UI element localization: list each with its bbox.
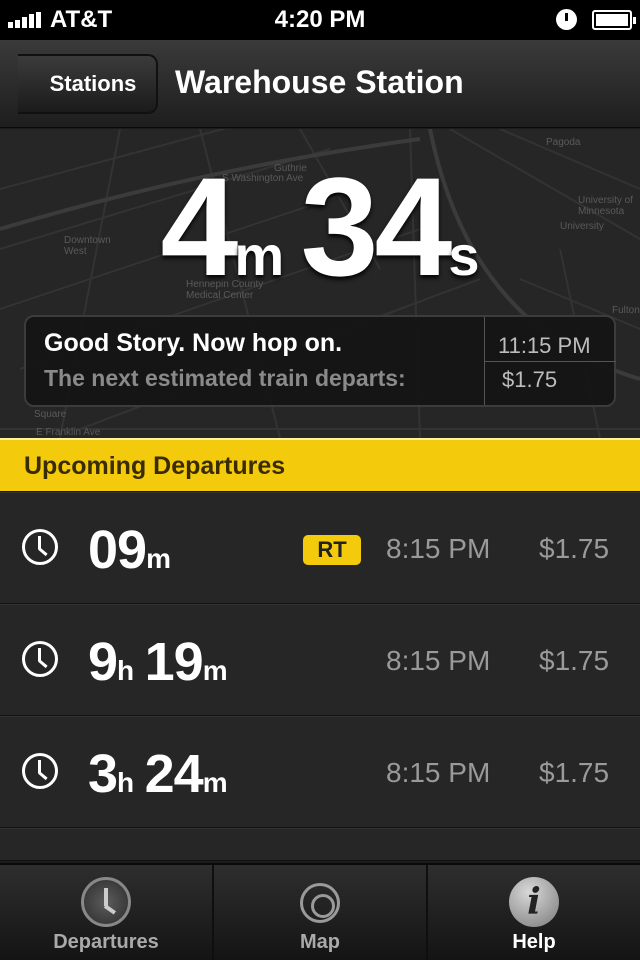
tab-bar: Departures Map i Help xyxy=(0,863,640,960)
duration-value: 09 xyxy=(88,520,147,580)
tab-label: Map xyxy=(300,931,340,953)
next-train-info-card: Good Story. Now hop on. The next estimat… xyxy=(24,315,616,407)
tab-map[interactable]: Map xyxy=(214,865,428,960)
departure-row[interactable]: 3h 24m 8:15 PM $1.75 xyxy=(0,716,640,828)
clock-icon xyxy=(22,529,58,565)
info-divider xyxy=(484,361,616,362)
status-bar: AT&T 4:20 PM xyxy=(0,0,640,40)
page-title: Warehouse Station xyxy=(175,64,464,100)
tab-help[interactable]: i Help xyxy=(428,865,640,960)
countdown-timer: 4m 34s xyxy=(0,157,640,297)
next-train-time: 11:15 PM xyxy=(498,333,591,358)
map-label-square: Square xyxy=(34,409,67,420)
info-message: Good Story. Now hop on. xyxy=(44,329,343,357)
map-label-franklin: E Franklin Ave xyxy=(36,427,101,438)
tab-label: Help xyxy=(512,931,556,953)
departure-duration: 3h 24m xyxy=(88,743,228,805)
info-icon: i xyxy=(509,877,559,927)
clock-icon xyxy=(81,877,131,927)
departure-price: $1.75 xyxy=(539,757,610,788)
clock-icon xyxy=(22,753,58,789)
duration-unit: m xyxy=(146,543,171,574)
countdown-seconds-unit: s xyxy=(448,224,480,287)
departure-price: $1.75 xyxy=(539,533,610,564)
countdown-seconds: 34 xyxy=(300,148,453,305)
rt-badge: RT xyxy=(303,535,361,565)
clock-icon xyxy=(22,641,58,677)
departure-duration: 09m xyxy=(88,519,171,581)
departure-price: $1.75 xyxy=(539,645,610,676)
countdown-hero: Downtown West University University of M… xyxy=(0,129,640,438)
countdown-minutes-unit: m xyxy=(234,224,285,287)
departure-row[interactable]: 9h 19m 8:15 PM $1.75 xyxy=(0,604,640,716)
back-button-label: Stations xyxy=(49,71,137,96)
next-train-price: $1.75 xyxy=(502,367,558,392)
status-time: 4:20 PM xyxy=(274,6,366,33)
duration-unit: m xyxy=(202,767,228,798)
duration-value: 24 xyxy=(144,744,204,804)
alarm-icon xyxy=(556,9,577,30)
departure-row-partial[interactable] xyxy=(0,828,640,861)
navigation-bar: Stations Warehouse Station xyxy=(0,40,640,128)
section-header: Upcoming Departures xyxy=(0,438,640,491)
departures-list: 09m RT 8:15 PM $1.75 9h 19m 8:15 PM $1.7… xyxy=(0,492,640,861)
duration-value: 3 xyxy=(88,744,118,804)
section-title: Upcoming Departures xyxy=(24,452,286,480)
map-label-pagoda: Pagoda xyxy=(546,137,581,148)
departure-time: 8:15 PM xyxy=(386,757,491,788)
duration-unit: h xyxy=(117,767,135,798)
tab-label: Departures xyxy=(53,931,159,953)
tab-departures[interactable]: Departures xyxy=(0,865,214,960)
departure-row[interactable]: 09m RT 8:15 PM $1.75 xyxy=(0,492,640,604)
duration-value: 19 xyxy=(144,632,204,692)
duration-unit: m xyxy=(202,655,228,686)
duration-value: 9 xyxy=(88,632,118,692)
map-label-fulton: Fulton xyxy=(612,305,640,316)
departure-duration: 9h 19m xyxy=(88,631,228,693)
departure-time: 8:15 PM xyxy=(386,533,491,564)
departure-time: 8:15 PM xyxy=(386,645,491,676)
duration-unit: h xyxy=(117,655,135,686)
info-subtext: The next estimated train departs: xyxy=(44,365,406,391)
crosshair-icon xyxy=(300,883,340,923)
battery-icon xyxy=(592,10,636,30)
countdown-minutes: 4 xyxy=(160,148,238,305)
back-button[interactable]: Stations xyxy=(18,54,158,114)
